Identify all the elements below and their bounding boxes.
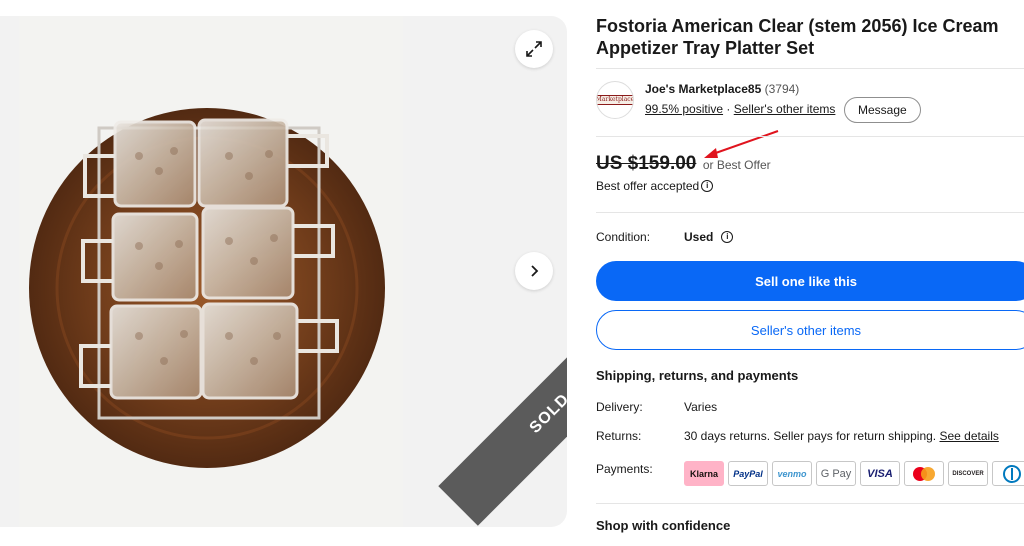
divider <box>596 212 1024 213</box>
sold-ribbon: SOLD <box>438 302 567 526</box>
price-row: US $159.00 or Best Offer <box>596 153 771 175</box>
delivery-label: Delivery: <box>596 400 643 414</box>
payments-label: Payments: <box>596 462 653 476</box>
sold-label: SOLD <box>526 390 567 437</box>
see-details-link[interactable]: See details <box>939 429 998 443</box>
next-image-button[interactable] <box>515 252 553 290</box>
seller-name-line: Joe's Marketplace85 (3794) <box>645 82 799 96</box>
google-pay-icon: G Pay <box>816 461 856 486</box>
divider <box>596 503 1024 504</box>
seller-name[interactable]: Joe's Marketplace85 <box>645 82 761 96</box>
seller-logo[interactable]: Marketplace <box>596 81 634 119</box>
offer-accepted-text: Best offer accepted <box>596 179 700 193</box>
condition-value-wrap: Used i <box>684 230 734 244</box>
expand-button[interactable] <box>515 30 553 68</box>
chevron-right-icon <box>531 265 539 277</box>
seller-positive-link[interactable]: 99.5% positive <box>645 102 723 116</box>
mastercard-icon <box>904 461 944 486</box>
item-photo[interactable] <box>19 16 403 527</box>
offer-accepted: Best offer accepted i <box>596 179 714 193</box>
visa-icon: VISA <box>860 461 900 486</box>
message-button[interactable]: Message <box>844 97 921 123</box>
divider <box>596 136 1024 137</box>
condition-value: Used <box>684 230 714 244</box>
sell-one-like-this-button[interactable]: Sell one like this <box>596 261 1024 301</box>
returns-label: Returns: <box>596 429 642 443</box>
best-offer-text: or Best Offer <box>702 158 771 172</box>
seller-other-items-link[interactable]: Seller's other items <box>734 102 836 116</box>
paypal-icon: PayPal <box>728 461 768 486</box>
condition-label: Condition: <box>596 230 651 244</box>
expand-icon <box>526 41 542 57</box>
diners-club-icon <box>992 461 1024 486</box>
seller-logo-text: Marketplace <box>597 95 633 105</box>
info-icon[interactable]: i <box>701 180 714 192</box>
item-title: Fostoria American Clear (stem 2056) Ice … <box>596 16 999 58</box>
shipping-heading: Shipping, returns, and payments <box>596 368 799 383</box>
venmo-icon: venmo <box>772 461 812 486</box>
returns-value-wrap: 30 days returns. Seller pays for return … <box>684 429 999 443</box>
image-gallery: SOLD <box>0 16 567 527</box>
klarna-icon: Klarna <box>684 461 724 486</box>
payment-methods: Klarna PayPal venmo G Pay VISA DISCOVER <box>684 461 1024 486</box>
seller-feedback-count: (3794) <box>764 82 800 96</box>
returns-value: 30 days returns. Seller pays for return … <box>684 429 937 443</box>
separator: · <box>726 102 731 116</box>
seller-links: 99.5% positive · Seller's other items <box>645 102 835 116</box>
listing-page: SOLD Fostoria American Clear (stem 2056)… <box>0 0 1024 546</box>
seller-card: Marketplace Joe's Marketplace85 (3794) 9… <box>596 81 1024 123</box>
divider <box>596 68 1024 69</box>
item-price: US $159.00 <box>596 153 697 174</box>
delivery-value: Varies <box>684 400 718 414</box>
shop-with-confidence-heading: Shop with confidence <box>596 518 731 533</box>
info-icon[interactable]: i <box>721 231 734 243</box>
discover-icon: DISCOVER <box>948 461 988 486</box>
sellers-other-items-button[interactable]: Seller's other items <box>596 310 1024 350</box>
